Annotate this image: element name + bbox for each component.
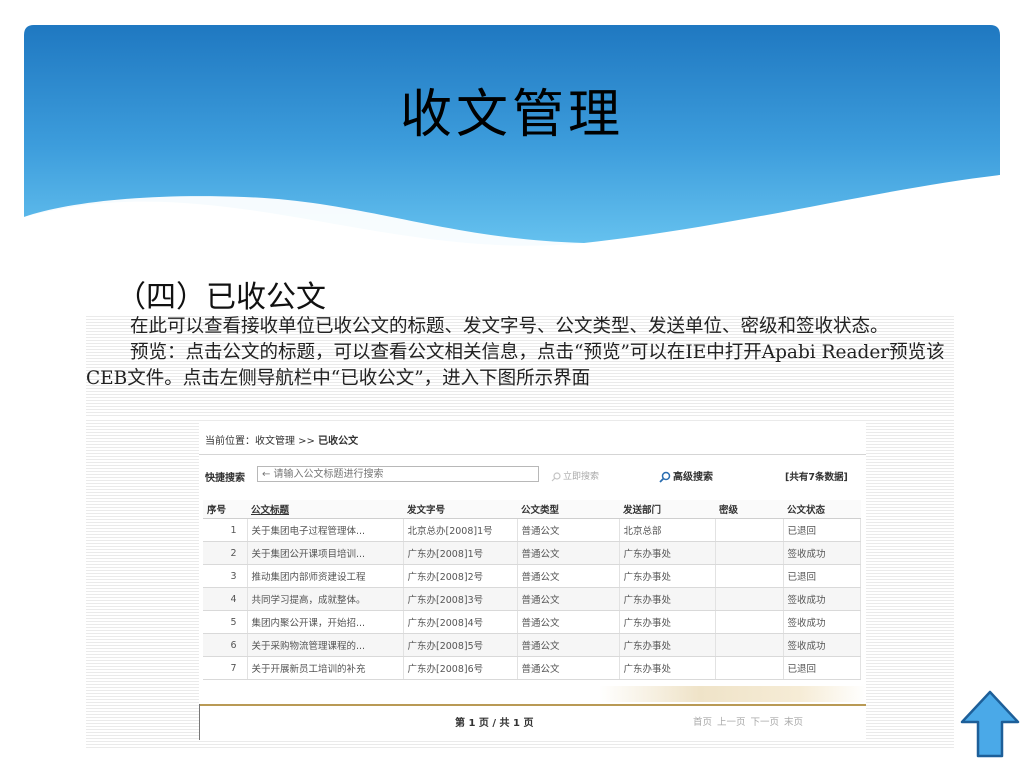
slide-title: 收文管理 — [399, 85, 624, 145]
search-now-button[interactable]: 立即搜索 — [551, 469, 599, 482]
status-cell: 签收成功 — [783, 541, 861, 565]
doc-title-link[interactable]: 共同学习提高，成就整体。 — [247, 587, 404, 611]
doc-title-link[interactable]: 推动集团内部师资建设工程 — [247, 564, 404, 588]
doc-title-link[interactable]: 关于集团电子过程管理体... — [247, 518, 404, 542]
doc-title-link[interactable]: 关于集团公开课项目培训... — [247, 541, 404, 565]
table-header-row: 序号 公文标题 发文字号 公文类型 发送部门 密级 公文状态 — [203, 500, 861, 519]
status-cell: 已退回 — [783, 564, 861, 588]
breadcrumb: 当前位置：收文管理 >> 已收公文 — [205, 432, 358, 447]
doc-title-link[interactable]: 关于开展新员工培训的补充 — [247, 656, 404, 680]
quick-search-label: 快捷搜索 — [205, 473, 245, 484]
received-documents-window: 当前位置：收文管理 >> 已收公文 快捷搜索 立即搜索 高级搜索 [共有7条数据… — [199, 422, 866, 740]
description-text: 在此可以查看接收单位已收公文的标题、发文字号、公文类型、发送单位、密级和签收状态… — [86, 314, 954, 418]
search-icon — [551, 471, 561, 481]
table-row: 1 关于集团电子过程管理体... 北京总办[2008]1号 普通公文 北京总部 … — [203, 518, 861, 542]
table-row: 2 关于集团公开课项目培训... 广东办[2008]1号 普通公文 广东办事处 … — [203, 541, 861, 565]
col-dept: 发送部门 — [619, 500, 715, 519]
magnifier-icon — [659, 471, 671, 483]
arrow-up-icon — [960, 690, 1020, 758]
paragraph-1: 在此可以查看接收单位已收公文的标题、发文字号、公文类型、发送单位、密级和签收状态… — [130, 316, 889, 337]
status-cell: 已退回 — [783, 656, 861, 680]
status-cell: 签收成功 — [783, 610, 861, 634]
col-title[interactable]: 公文标题 — [247, 500, 403, 519]
advanced-search-button[interactable]: 高级搜索 — [659, 468, 713, 483]
table-row: 3 推动集团内部师资建设工程 广东办[2008]2号 普通公文 广东办事处 已退… — [203, 564, 861, 588]
col-doc-number: 发文字号 — [403, 500, 517, 519]
window-edge — [199, 704, 200, 740]
col-status: 公文状态 — [783, 500, 861, 519]
decorative-footer-pattern — [199, 686, 866, 702]
status-cell: 已退回 — [783, 518, 861, 542]
page-indicator: 第 1 页 / 共 1 页 — [455, 718, 534, 729]
pagination-links[interactable]: 首页 上一页 下一页 末页 — [693, 714, 803, 728]
col-index: 序号 — [203, 500, 247, 519]
search-bar: 快捷搜索 立即搜索 高级搜索 [共有7条数据] — [199, 464, 866, 486]
breadcrumb-divider — [199, 454, 866, 455]
status-cell: 签收成功 — [783, 587, 861, 611]
table-row: 4 共同学习提高，成就整体。 广东办[2008]3号 普通公文 广东办事处 签收… — [203, 587, 861, 611]
status-cell: 签收成功 — [783, 633, 861, 657]
search-input[interactable] — [257, 466, 539, 482]
table-row: 6 关于采购物流管理课程的... 广东办[2008]5号 普通公文 广东办事处 … — [203, 633, 861, 657]
table-row: 7 关于开展新员工培训的补充 广东办[2008]6号 普通公文 广东办事处 已退… — [203, 656, 861, 680]
col-secret: 密级 — [715, 500, 783, 519]
table-row: 5 集团内聚公开课，开始招... 广东办[2008]4号 普通公文 广东办事处 … — [203, 610, 861, 634]
total-count: [共有7条数据] — [785, 472, 848, 483]
doc-title-link[interactable]: 关于采购物流管理课程的... — [247, 633, 404, 657]
col-doc-type: 公文类型 — [517, 500, 619, 519]
doc-title-link[interactable]: 集团内聚公开课，开始招... — [247, 610, 404, 634]
up-arrow-button[interactable] — [960, 690, 1020, 758]
breadcrumb-path: 当前位置：收文管理 >> — [205, 436, 319, 447]
breadcrumb-current: 已收公文 — [318, 436, 359, 447]
paragraph-2: 预览：点击公文的标题，可以查看公文相关信息，点击“预览”可以在IE中打开Apab… — [86, 342, 945, 389]
documents-table: 序号 公文标题 发文字号 公文类型 发送部门 密级 公文状态 1 关于集团电子过… — [203, 500, 861, 680]
section-heading: （四）已收公文 — [116, 280, 326, 315]
footer-divider — [199, 704, 866, 706]
